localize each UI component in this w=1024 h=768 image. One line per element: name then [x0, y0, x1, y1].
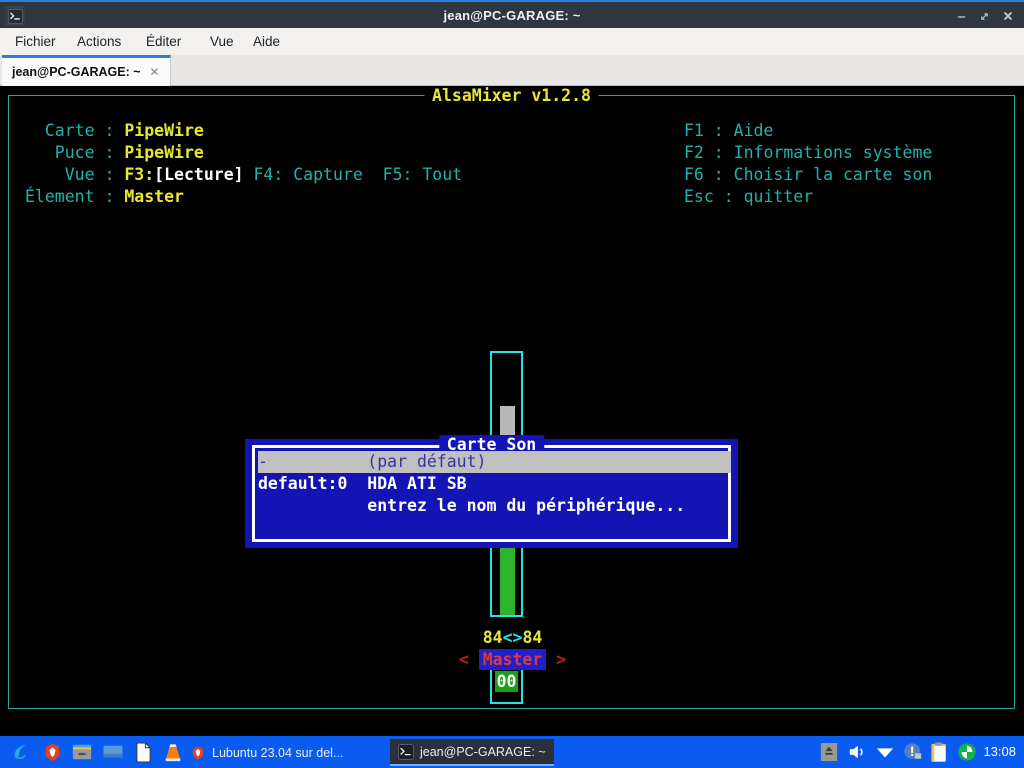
info-label-puce: Puce : [25, 143, 125, 162]
terminal-icon [398, 743, 414, 760]
screen-root: jean@PC-GARAGE: ~ Fichier Actions Éditer… [0, 0, 1024, 768]
screenshot-icon[interactable] [956, 741, 978, 763]
channel-name-badge[interactable]: Master [478, 649, 547, 670]
brave-browser-icon[interactable] [40, 740, 64, 764]
file-manager-icon[interactable] [70, 740, 94, 764]
taskbar-clock[interactable]: 13:08 [983, 736, 1016, 768]
menu-item-actions[interactable]: Actions [70, 28, 128, 55]
info-row-puce: Puce : PipeWire [25, 142, 462, 164]
help-key-f1: F1 : [684, 121, 734, 140]
info-vue-key[interactable]: F3: [124, 165, 154, 184]
info-row-carte: Carte : PipeWire [25, 120, 462, 142]
window-list-icon[interactable] [101, 740, 125, 764]
menu-item-editer[interactable]: Éditer [139, 28, 188, 55]
terminal-viewport[interactable]: AlsaMixer v1.2.8 Carte : PipeWire Puce :… [0, 86, 1024, 736]
info-label-element: Élement : [25, 187, 125, 206]
tab-bar: jean@PC-GARAGE: ~ ✕ [0, 55, 1024, 86]
help-desc-f6: Choisir la carte son [733, 165, 933, 184]
menu-item-vue[interactable]: Vue [203, 28, 241, 55]
sound-card-dialog[interactable]: Carte Son - (par défaut) default:0 HDA A… [245, 435, 738, 548]
help-row-esc[interactable]: Esc : quitter [684, 186, 932, 208]
volume-channel-row: < Master > [9, 649, 1016, 670]
menu-bar: Fichier Actions Éditer Vue Aide [0, 28, 1024, 55]
minimize-button[interactable] [950, 2, 972, 30]
volume-level-right: 84 [522, 628, 543, 647]
info-vue-rest[interactable]: F4: Capture F5: Tout [244, 165, 462, 184]
taskbar-task-terminal[interactable]: jean@PC-GARAGE: ~ [390, 739, 554, 766]
clipboard-icon[interactable] [928, 741, 950, 763]
sound-card-option-hda[interactable]: default:0 HDA ATI SB [258, 473, 731, 495]
help-row-f1[interactable]: F1 : Aide [684, 120, 932, 142]
sound-card-option-enter-name[interactable]: entrez le nom du périphérique... [258, 495, 731, 517]
info-value-puce: PipeWire [124, 143, 204, 162]
sound-card-option-default[interactable]: - (par défaut) [258, 451, 731, 473]
info-row-element: Élement : Master [25, 186, 462, 208]
eject-icon[interactable] [818, 741, 840, 763]
help-key-esc: Esc : [684, 187, 744, 206]
taskbar-task-terminal-label: jean@PC-GARAGE: ~ [420, 744, 546, 759]
taskbar: Lubuntu 23.04 sur del... jean@PC-GARAGE:… [0, 736, 1024, 768]
alsamixer-title: AlsaMixer v1.2.8 [424, 86, 599, 105]
taskbar-task-browser-label: Lubuntu 23.04 sur del... [212, 745, 344, 760]
tab-close-icon[interactable]: ✕ [150, 66, 160, 78]
channel-next-arrow[interactable]: > [546, 650, 566, 669]
menu-item-fichier[interactable]: Fichier [8, 28, 63, 55]
tab-label: jean@PC-GARAGE: ~ [12, 65, 141, 79]
help-row-f2[interactable]: F2 : Informations système [684, 142, 932, 164]
help-row-f6[interactable]: F6 : Choisir la carte son [684, 164, 932, 186]
window-titlebar: jean@PC-GARAGE: ~ [0, 0, 1024, 28]
maximize-button[interactable] [973, 2, 995, 30]
close-icon[interactable] [997, 2, 1019, 30]
window-title: jean@PC-GARAGE: ~ [443, 8, 581, 23]
brave-browser-icon [190, 745, 206, 761]
info-row-vue: Vue : F3:[Lecture] F4: Capture F5: Tout [25, 164, 462, 186]
alsamixer-help-keys: F1 : Aide F2 : Informations système F6 :… [684, 120, 932, 208]
lubuntu-menu-icon[interactable] [8, 740, 32, 764]
help-key-f6: F6 : [684, 165, 734, 184]
sound-card-dialog-body: Carte Son - (par défaut) default:0 HDA A… [252, 435, 731, 542]
volume-level-left: 84 [482, 628, 503, 647]
tab-terminal-session[interactable]: jean@PC-GARAGE: ~ ✕ [2, 55, 171, 86]
alsamixer-info-left: Carte : PipeWire Puce : PipeWire Vue : F… [25, 120, 462, 208]
taskbar-task-browser[interactable]: Lubuntu 23.04 sur del... [182, 739, 351, 766]
text-editor-icon[interactable] [131, 740, 155, 764]
alsamixer-frame: AlsaMixer v1.2.8 Carte : PipeWire Puce :… [8, 86, 1016, 709]
update-notifier-icon[interactable] [902, 741, 924, 763]
info-value-element: Master [124, 187, 184, 206]
info-value-carte: PipeWire [124, 121, 204, 140]
channel-prev-arrow[interactable]: < [459, 650, 479, 669]
info-vue-selected[interactable]: [Lecture] [154, 165, 243, 184]
help-key-f2: F2 : [684, 143, 734, 162]
help-desc-f2: Informations système [733, 143, 933, 162]
network-icon[interactable] [874, 741, 896, 763]
info-label-carte: Carte : [25, 121, 125, 140]
help-desc-esc: quitter [743, 187, 814, 206]
volume-db-value: 00 [494, 671, 519, 692]
info-label-vue: Vue : [25, 165, 125, 184]
volume-icon[interactable] [846, 741, 868, 763]
volume-level-separator: <> [502, 628, 523, 647]
menu-item-aide[interactable]: Aide [246, 28, 287, 55]
help-desc-f1: Aide [733, 121, 774, 140]
volume-levels: 84<>84 [9, 628, 1016, 647]
